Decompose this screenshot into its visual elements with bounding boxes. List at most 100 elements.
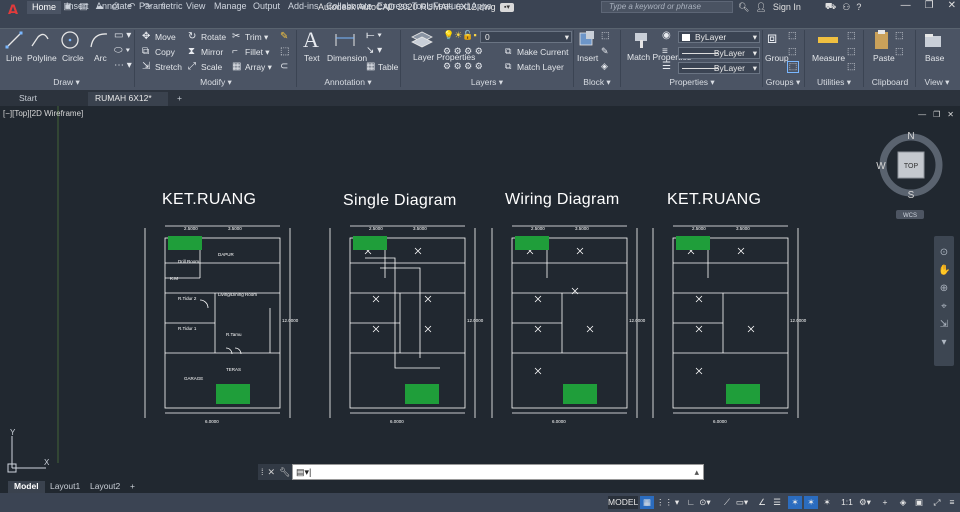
explode-icon[interactable]: ⬚ — [280, 47, 289, 57]
tab-annotate[interactable]: Annotate — [96, 1, 132, 11]
polyline-button[interactable]: Polyline — [27, 53, 57, 63]
wcs-menu[interactable]: WCS — [903, 213, 917, 219]
add-layout-icon[interactable]: + — [124, 481, 141, 493]
circle-icon[interactable] — [60, 30, 80, 50]
tab-output[interactable]: Output — [253, 1, 280, 11]
layers-panel-label[interactable]: Layers ▾ — [402, 77, 572, 88]
fillet-button[interactable]: Fillet ▾ — [245, 47, 270, 58]
move-button[interactable]: Move — [155, 32, 176, 42]
workspace-gear-icon[interactable]: ⚙▾ — [858, 496, 872, 509]
vp-minimize-icon[interactable]: — — [918, 110, 926, 119]
annotation-visibility-icon[interactable]: ✶ — [788, 496, 802, 509]
viewport-controls-label[interactable]: [−][Top][2D Wireframe] — [3, 109, 83, 118]
dimension-button[interactable]: Dimension — [327, 53, 367, 63]
rectangle-icon[interactable]: ▭ ▾ — [114, 31, 131, 41]
grid-icon[interactable]: ▦ — [640, 496, 654, 509]
search-icon[interactable]: 🔍︎ — [738, 2, 749, 13]
tab-start[interactable]: Start — [12, 92, 44, 106]
maximize-icon[interactable]: ❐ — [925, 0, 934, 11]
grip-icon[interactable]: ⁞ — [261, 467, 264, 477]
layer-properties-icon[interactable] — [410, 29, 434, 51]
otrack-icon[interactable]: ∠ — [755, 496, 769, 509]
layer-tools-icons-1[interactable]: ⚙ ⚙ ⚙ ⚙ — [443, 47, 483, 56]
draw-more-icon[interactable]: ⋯ ▾ — [114, 61, 132, 71]
floor-plan-single-diagram[interactable]: 2.5000 3.5000 12.0000 6.0000 — [325, 218, 485, 428]
isodraft-icon[interactable]: ⟋ — [720, 496, 734, 509]
vp-restore-icon[interactable]: ❐ — [933, 110, 940, 119]
compass-south[interactable]: S — [908, 190, 915, 201]
view-panel-label[interactable]: View ▾ — [917, 77, 957, 88]
modify-panel-label[interactable]: Modify ▾ — [136, 77, 296, 88]
measure-button[interactable]: Measure — [812, 53, 845, 63]
annotation-autoscale-icon[interactable]: ✶ — [804, 496, 818, 509]
block-edit-icon[interactable]: ✎ — [601, 47, 609, 56]
measure-icon[interactable] — [817, 33, 839, 47]
leader-icon[interactable]: ⟝ ▾ — [366, 31, 382, 41]
properties-panel-label[interactable]: Properties ▾ — [622, 77, 762, 88]
multileader-icon[interactable]: ↘ ▾ — [366, 46, 382, 56]
add-status-icon[interactable]: + — [878, 496, 892, 509]
match-properties-icon[interactable] — [632, 30, 652, 50]
utility-icon-1[interactable]: ⬚ — [847, 31, 856, 40]
block-create-icon[interactable]: ⬚ — [601, 31, 610, 40]
polyline-icon[interactable] — [30, 31, 50, 49]
tab-view[interactable]: View — [186, 1, 205, 11]
new-tab-icon[interactable]: + — [170, 92, 189, 106]
mirror-button[interactable]: Mirror — [201, 47, 223, 57]
cart-icon[interactable]: ⛟ — [825, 1, 836, 13]
tab-add-ins[interactable]: Add-ins — [288, 1, 319, 11]
tab-rumah-drawing[interactable]: RUMAH 6X12* — [88, 92, 168, 106]
copy-clip-icon[interactable]: ⬚ — [895, 47, 904, 56]
block-panel-label[interactable]: Block ▾ — [575, 77, 619, 88]
cmd-prompt-icon[interactable]: ▤▾ — [296, 467, 309, 477]
line-button[interactable]: Line — [6, 53, 22, 63]
scale-button[interactable]: Scale — [201, 62, 222, 72]
color-dropdown[interactable]: ByLayer ▾ — [678, 31, 760, 43]
cmd-close-icon[interactable]: ✕ — [268, 467, 276, 478]
lineweight-toggle-icon[interactable]: ☰ — [770, 496, 784, 509]
erase-icon[interactable]: ✎ — [280, 32, 288, 42]
group-icon[interactable]: ⧈ — [767, 31, 777, 47]
clean-screen-icon[interactable]: ⤢ — [930, 496, 944, 509]
dimension-icon[interactable] — [334, 32, 356, 48]
tab-layout1[interactable]: Layout1 — [44, 481, 86, 493]
tab-manage[interactable]: Manage — [214, 1, 247, 11]
command-input[interactable]: ▤▾| ▴ — [292, 464, 704, 480]
hardware-accel-icon[interactable]: ▣ — [912, 496, 926, 509]
ribbon-toggle-icon[interactable]: ▪▾ — [500, 3, 514, 12]
paste-icon[interactable] — [872, 29, 892, 51]
copy-button[interactable]: Copy — [155, 47, 175, 57]
make-current-button[interactable]: Make Current — [517, 47, 569, 57]
minimize-icon[interactable]: — — [901, 0, 911, 11]
paste-button[interactable]: Paste — [873, 53, 895, 63]
tab-model[interactable]: Model — [8, 481, 45, 493]
customize-icon[interactable]: ≡ — [946, 496, 958, 509]
trim-button[interactable]: Trim ▾ — [245, 32, 268, 43]
search-input[interactable]: Type a keyword or phrase — [601, 1, 733, 13]
group-edit-icon[interactable]: ⬚ — [788, 47, 797, 56]
floor-plan-ket-ruang-2[interactable]: 2.5000 3.5000 12.0000 6.0000 — [648, 218, 808, 428]
close-icon[interactable]: ✕ — [948, 0, 956, 11]
text-icon[interactable]: A — [303, 29, 319, 51]
linetype-dropdown[interactable]: ByLayer ▾ — [678, 47, 760, 59]
table-button[interactable]: Table — [378, 62, 398, 72]
offset-icon[interactable]: ⊂ — [280, 62, 288, 72]
arc-icon[interactable] — [89, 31, 109, 49]
cut-icon[interactable]: ⬚ — [895, 31, 904, 40]
hatch-icon[interactable]: ⬭ ▾ — [114, 46, 130, 56]
layer-tools-icons-2[interactable]: ⚙ ⚙ ⚙ ⚙ — [443, 62, 483, 71]
array-button[interactable]: Array ▾ — [245, 62, 272, 73]
ortho-icon[interactable]: ∟ — [684, 496, 698, 509]
tab-featured-apps[interactable]: Featured Apps — [433, 1, 492, 11]
base-button[interactable]: Base — [925, 53, 944, 63]
group-select-icon[interactable]: ⬚ — [787, 61, 799, 73]
utilities-panel-label[interactable]: Utilities ▾ — [806, 77, 862, 88]
layer-dropdown[interactable]: 0 ▾ — [480, 31, 572, 43]
compass-north[interactable]: N — [907, 131, 914, 142]
clipboard-panel-label[interactable]: Clipboard — [865, 77, 915, 88]
groups-panel-label[interactable]: Groups ▾ — [763, 77, 803, 88]
arc-button[interactable]: Arc — [94, 53, 107, 63]
floor-plan-wiring-diagram[interactable]: 2.5000 3.5000 12.0000 6.0000 — [487, 218, 647, 428]
base-view-icon[interactable] — [923, 31, 943, 49]
polar-icon[interactable]: ⊙▾ — [698, 496, 712, 509]
